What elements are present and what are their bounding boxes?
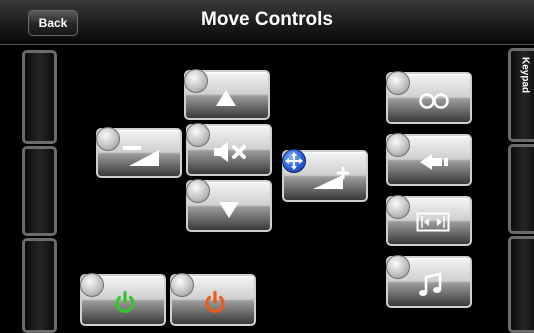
- knob-indicator: [184, 69, 208, 93]
- volume-up-button[interactable]: [282, 149, 368, 202]
- power-icon: [200, 288, 230, 318]
- aspect-button[interactable]: [386, 195, 472, 246]
- knob-indicator: [96, 127, 120, 151]
- volume-plus-icon: [306, 162, 356, 194]
- knob-indicator: [80, 273, 104, 297]
- knob-indicator: [386, 255, 410, 279]
- channel-up-button[interactable]: [184, 69, 270, 120]
- knob-indicator: [386, 195, 410, 219]
- triangle-down-icon: [214, 196, 244, 224]
- page-title: Move Controls: [201, 9, 333, 30]
- left-side-panel-top[interactable]: [22, 50, 57, 144]
- move-handle-icon[interactable]: [282, 149, 306, 173]
- mute-button[interactable]: [186, 123, 272, 176]
- right-side-panel-middle[interactable]: [508, 144, 534, 234]
- triangle-up-icon: [212, 84, 240, 112]
- mute-icon: [208, 138, 252, 166]
- knob-indicator: [186, 123, 210, 147]
- music-button[interactable]: [386, 255, 472, 308]
- left-side-panel-bottom[interactable]: [22, 238, 57, 333]
- keypad-panel[interactable]: Keypad: [508, 48, 534, 142]
- infinity-button[interactable]: [386, 71, 472, 124]
- channel-down-button[interactable]: [186, 179, 272, 232]
- power-off-button[interactable]: [170, 273, 256, 326]
- infinity-icon: [414, 88, 454, 114]
- knob-indicator: [386, 133, 410, 157]
- volume-button[interactable]: [96, 127, 182, 178]
- knob-indicator: [170, 273, 194, 297]
- knob-indicator: [186, 179, 210, 203]
- right-side-panel-bottom[interactable]: [508, 236, 534, 333]
- aspect-ratio-icon: [412, 208, 454, 236]
- keypad-label: Keypad: [519, 57, 531, 94]
- knob-indicator: [386, 71, 410, 95]
- power-on-button[interactable]: [80, 273, 166, 326]
- arrow-left-icon: [414, 148, 454, 176]
- music-note-icon: [414, 270, 448, 302]
- volume-ramp-icon: [120, 142, 166, 170]
- left-side-panel-middle[interactable]: [22, 146, 57, 236]
- back-arrow-button[interactable]: [386, 133, 472, 186]
- power-icon: [110, 288, 140, 318]
